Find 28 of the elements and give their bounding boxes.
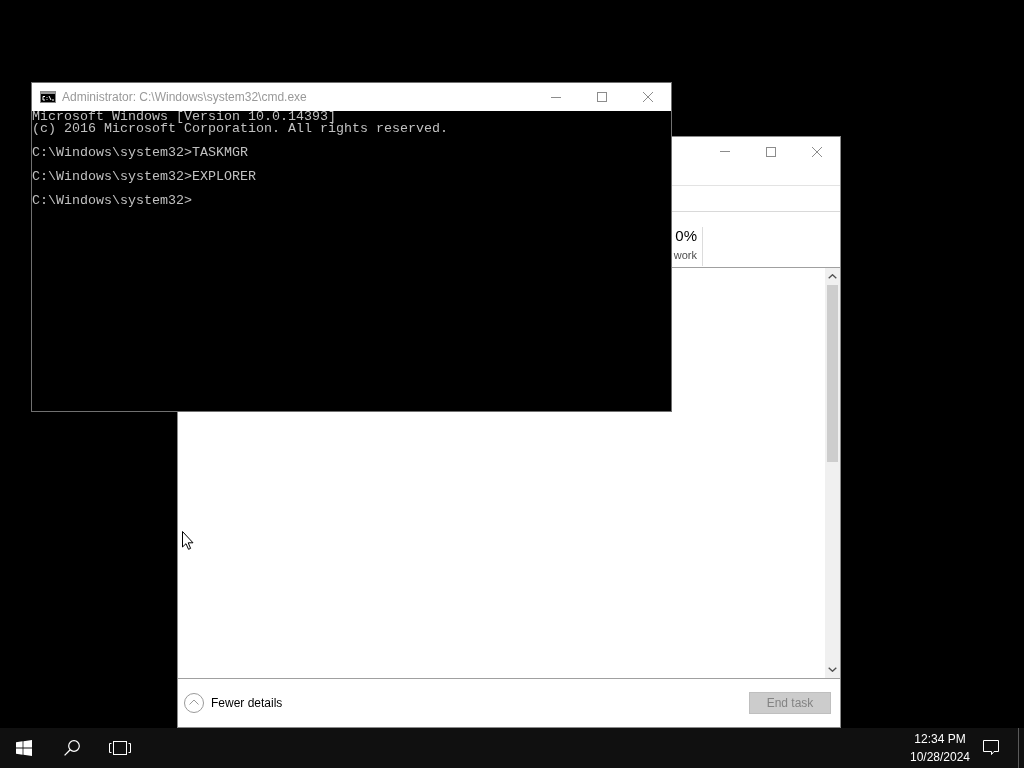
task-view-icon	[109, 741, 131, 755]
maximize-icon	[597, 92, 607, 102]
console-line: C:\Windows\system32>	[32, 195, 192, 207]
usage-value: 0%	[675, 227, 697, 245]
caret-down-icon	[828, 667, 837, 672]
fewer-details-button[interactable]: Fewer details	[184, 693, 283, 713]
console-line: C:\Windows\system32>EXPLORER	[32, 171, 256, 183]
clock-date: 10/28/2024	[909, 749, 971, 766]
minimize-icon	[551, 96, 561, 98]
clock-time: 12:34 PM	[914, 731, 966, 748]
mouse-pointer-icon	[182, 531, 194, 550]
window-title: Administrator: C:\Windows\system32\cmd.exe	[62, 90, 307, 104]
close-icon	[643, 92, 653, 102]
circle-chevron-up-icon	[184, 693, 204, 713]
console-line: (c) 2016 Microsoft Corporation. All rights reserved.	[32, 123, 448, 135]
console-line: Microsoft Windows [Version 10.0.14393]	[32, 111, 336, 123]
console-icon	[40, 91, 56, 103]
column-label: work	[673, 248, 697, 262]
windows-logo-icon	[16, 740, 32, 756]
minimize-icon	[720, 151, 730, 152]
search-icon	[64, 740, 80, 756]
scrollbar-thumb[interactable]	[827, 285, 838, 462]
maximize-icon	[766, 146, 776, 157]
caret-up-icon	[828, 274, 837, 279]
notification-icon	[983, 740, 999, 756]
close-icon	[812, 146, 822, 157]
console-line: C:\Windows\system32>TASKMGR	[32, 147, 248, 159]
scrollbar[interactable]	[825, 268, 840, 678]
